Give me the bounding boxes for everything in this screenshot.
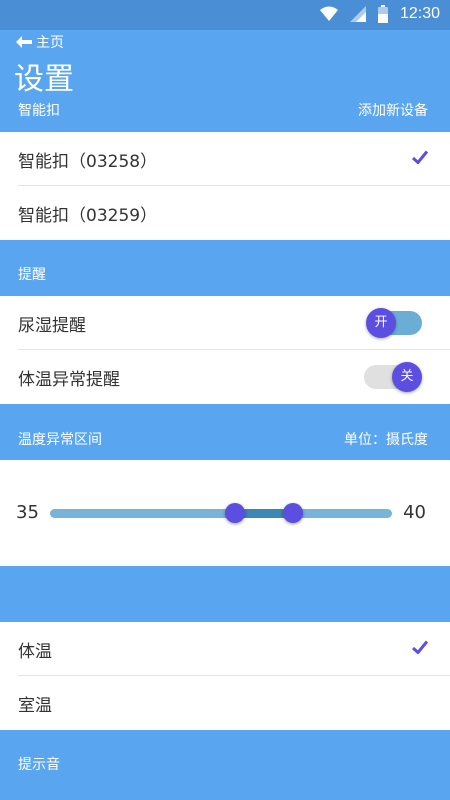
section-title-reminders: 提醒 <box>18 267 46 283</box>
slider-min-label: 35 <box>16 502 39 523</box>
checkmark-icon <box>412 150 428 164</box>
device-row-2[interactable]: 智能扣（03259） <box>0 186 450 240</box>
slider-max-label: 40 <box>403 502 426 523</box>
section-temp-range: 温度异常区间 单位：摄氏度 <box>0 404 450 460</box>
status-time: 12:30 <box>399 5 440 22</box>
section-sound: 提示音 <box>0 730 450 800</box>
section-title-devices: 智能扣 <box>18 103 60 119</box>
unit-label: 单位：摄氏度 <box>344 432 428 448</box>
device-label: 智能扣（03258） <box>18 152 158 172</box>
temp-source-row-body[interactable]: 体温 <box>0 622 450 676</box>
temp-reminder-toggle[interactable]: 关 <box>364 362 422 392</box>
section-reminders: 提醒 <box>0 240 450 296</box>
temp-source-row-room[interactable]: 室温 <box>0 676 450 730</box>
wifi-icon <box>319 6 338 21</box>
page-title: 设置 <box>14 62 74 97</box>
checkmark-icon <box>412 640 428 654</box>
section-title-temp-range: 温度异常区间 <box>18 432 102 448</box>
temp-source-label: 室温 <box>18 696 52 716</box>
slider-track[interactable] <box>50 509 392 518</box>
temp-range-slider-area: 35 40 <box>0 460 450 566</box>
cell-signal-icon <box>349 6 366 22</box>
slider-handle-low[interactable] <box>224 503 245 523</box>
section-temp-source <box>0 566 450 622</box>
toggle-knob: 关 <box>392 362 422 392</box>
header: 主页 设置 智能扣 添加新设备 <box>0 30 450 132</box>
reminder-row-temp: 体温异常提醒 关 <box>0 350 450 404</box>
add-device-button[interactable]: 添加新设备 <box>358 100 428 120</box>
wet-reminder-toggle[interactable]: 开 <box>366 308 422 338</box>
temp-source-label: 体温 <box>18 642 52 662</box>
battery-icon <box>377 5 388 23</box>
back-label: 主页 <box>36 35 64 51</box>
toggle-knob: 开 <box>366 308 396 338</box>
back-arrow-icon <box>16 36 32 48</box>
reminder-label: 尿湿提醒 <box>18 316 86 336</box>
back-button[interactable]: 主页 <box>16 32 64 52</box>
reminder-row-wet: 尿湿提醒 开 <box>0 296 450 350</box>
reminder-label: 体温异常提醒 <box>18 370 120 390</box>
device-row-1[interactable]: 智能扣（03258） <box>0 132 450 186</box>
slider-handle-high[interactable] <box>282 503 303 523</box>
status-bar: 12:30 <box>0 0 450 30</box>
section-title-sound: 提示音 <box>18 757 60 773</box>
device-label: 智能扣（03259） <box>18 206 158 226</box>
